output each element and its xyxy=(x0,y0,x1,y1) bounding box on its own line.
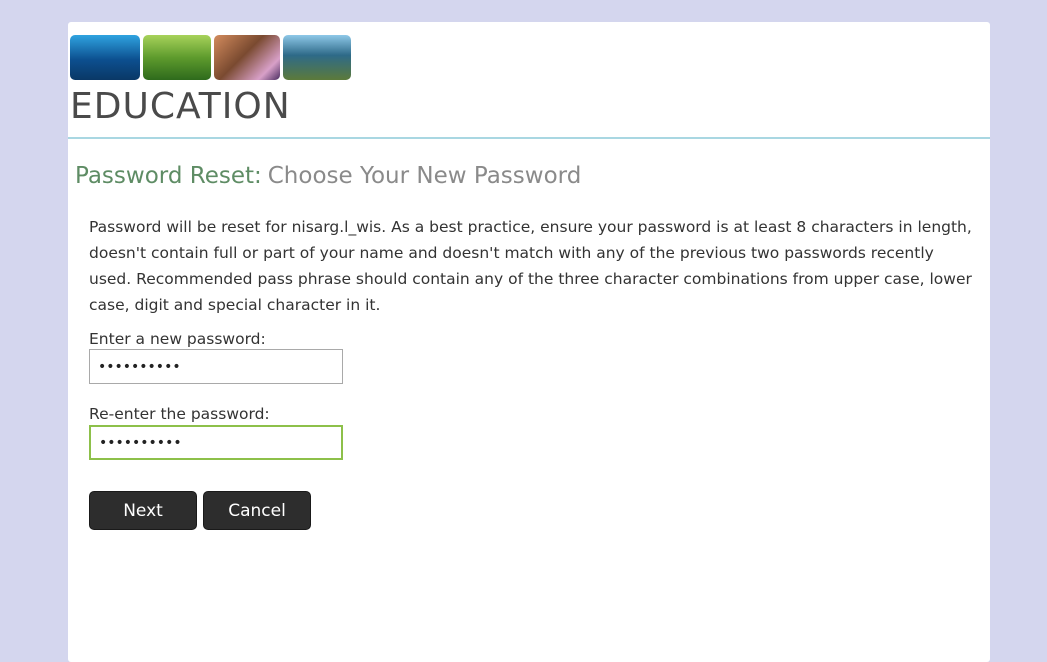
gems-education-logo: EDUCATION xyxy=(70,35,360,129)
next-button[interactable]: Next xyxy=(89,491,197,530)
header: EDUCATION xyxy=(68,22,990,139)
page-title: Password Reset: Choose Your New Password xyxy=(75,160,581,192)
reenter-password-label: Re-enter the password: xyxy=(89,405,270,423)
logo-wordmark: EDUCATION xyxy=(70,86,291,127)
page-title-main: Choose Your New Password xyxy=(267,163,582,189)
logo-letter-s xyxy=(283,35,351,80)
logo-letter-g xyxy=(70,35,140,80)
reenter-password-input[interactable] xyxy=(89,425,343,460)
new-password-label: Enter a new password: xyxy=(89,330,266,348)
reset-card: EDUCATION Password Reset: Choose Your New… xyxy=(68,22,990,662)
password-policy-description: Password will be reset for nisarg.l_wis.… xyxy=(89,218,972,314)
cancel-button[interactable]: Cancel xyxy=(203,491,311,530)
logo-letter-e xyxy=(143,35,211,80)
page-title-prefix: Password Reset: xyxy=(75,163,262,189)
gems-logo-image xyxy=(70,35,351,80)
logo-letter-m xyxy=(214,35,280,80)
new-password-input[interactable] xyxy=(89,349,343,384)
